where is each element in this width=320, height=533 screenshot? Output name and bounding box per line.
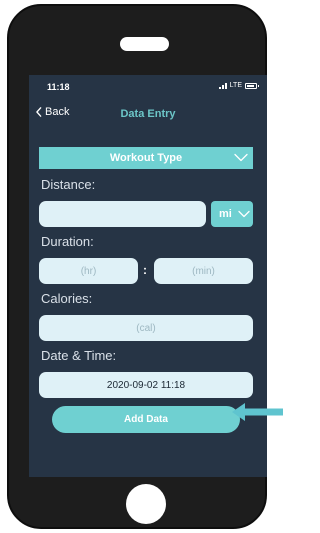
- distance-label: Distance:: [41, 177, 96, 192]
- distance-input[interactable]: [39, 201, 206, 227]
- battery-icon: [245, 82, 259, 89]
- chevron-down-icon: [234, 153, 248, 162]
- workout-type-dropdown[interactable]: Workout Type: [39, 147, 253, 169]
- chevron-down-icon: [238, 210, 250, 218]
- unit-value: mi: [219, 208, 232, 220]
- status-bar: 11:18 LTE: [29, 75, 267, 97]
- calories-label: Calories:: [41, 291, 93, 306]
- home-button[interactable]: [126, 484, 166, 524]
- pointer-arrow-icon: [232, 403, 283, 421]
- phone-speaker: [120, 37, 169, 51]
- calories-input[interactable]: (cal): [39, 315, 253, 341]
- add-data-button[interactable]: Add Data: [52, 406, 240, 433]
- hours-input[interactable]: (hr): [39, 258, 138, 284]
- signal-icon: [218, 82, 227, 89]
- status-time: 11:18: [47, 82, 70, 92]
- distance-unit-select[interactable]: mi: [211, 201, 253, 227]
- minutes-input[interactable]: (min): [154, 258, 253, 284]
- duration-label: Duration:: [41, 234, 94, 249]
- nav-bar: Back Data Entry: [29, 102, 267, 124]
- datetime-input[interactable]: 2020-09-02 11:18: [39, 372, 253, 398]
- time-separator: :: [143, 263, 147, 277]
- network-label: LTE: [229, 82, 242, 89]
- datetime-label: Date & Time:: [41, 348, 117, 363]
- status-indicators: LTE: [218, 82, 259, 89]
- phone-frame: 11:18 LTE Back Data Entry Workout Type D…: [7, 4, 267, 529]
- workout-type-label: Workout Type: [109, 152, 183, 164]
- page-title: Data Entry: [120, 108, 176, 120]
